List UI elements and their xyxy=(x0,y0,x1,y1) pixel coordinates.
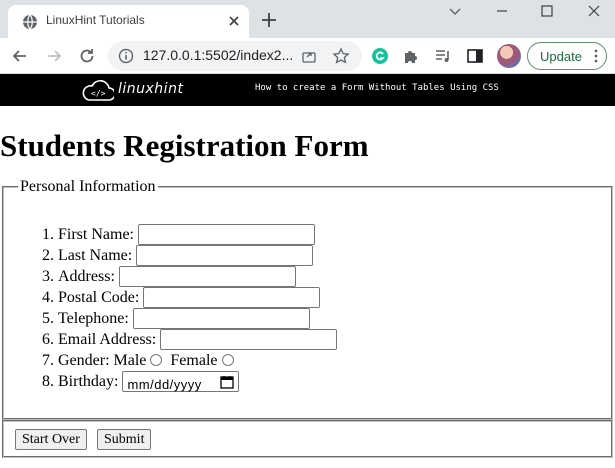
linuxhint-logo[interactable]: </> linuxhint xyxy=(80,76,190,104)
email-input[interactable] xyxy=(160,329,338,350)
tab-title: LinuxHint Tutorials xyxy=(46,13,145,27)
close-icon[interactable] xyxy=(226,13,242,29)
chevron-down-icon[interactable] xyxy=(446,2,464,20)
site-banner: </> linuxhint How to create a Form Witho… xyxy=(0,74,615,106)
globe-icon xyxy=(23,14,37,30)
date-placeholder: mm/dd/yyyy xyxy=(127,377,202,392)
address-label: Address: xyxy=(58,268,115,285)
info-icon[interactable] xyxy=(118,48,134,64)
minimize-icon[interactable] xyxy=(493,2,511,20)
first-name-label: First Name: xyxy=(58,226,134,243)
banner-caption: How to create a Form Without Tables Usin… xyxy=(255,83,499,93)
tab-strip: LinuxHint Tutorials xyxy=(0,0,615,38)
male-label: Male xyxy=(113,352,147,369)
birthday-label: Birthday: xyxy=(58,373,119,390)
update-button[interactable]: Update xyxy=(527,42,607,70)
male-radio[interactable] xyxy=(150,354,163,366)
telephone-label: Telephone: xyxy=(58,310,129,327)
avatar[interactable] xyxy=(497,44,521,68)
puzzle-icon[interactable] xyxy=(401,46,421,66)
address-bar[interactable]: 127.0.0.1:5502/index2... xyxy=(108,41,362,71)
svg-text:</>: </> xyxy=(91,89,106,98)
telephone-input[interactable] xyxy=(132,308,310,329)
forward-icon[interactable] xyxy=(44,46,64,66)
list-item: Email Address: xyxy=(58,329,338,350)
grammarly-icon[interactable] xyxy=(370,46,390,66)
window-close-icon[interactable] xyxy=(585,2,603,20)
sidepanel-icon[interactable] xyxy=(465,46,485,66)
first-name-input[interactable] xyxy=(138,224,315,245)
plus-icon[interactable] xyxy=(259,10,279,30)
url-text[interactable]: 127.0.0.1:5502/index2... xyxy=(143,47,293,63)
browser-tab[interactable]: LinuxHint Tutorials xyxy=(8,5,249,38)
share-icon[interactable] xyxy=(301,48,317,64)
address-input[interactable] xyxy=(118,266,296,287)
gender-label: Gender: xyxy=(58,352,110,369)
logo-text: linuxhint xyxy=(118,81,184,97)
postal-code-label: Postal Code: xyxy=(58,289,140,306)
female-radio[interactable] xyxy=(221,354,234,366)
postal-code-input[interactable] xyxy=(143,287,321,308)
female-label: Female xyxy=(170,352,218,369)
fieldset-legend: Personal Information xyxy=(18,178,158,196)
page-title: Students Registration Form xyxy=(0,128,369,163)
maximize-icon[interactable] xyxy=(538,2,556,20)
start-over-button[interactable]: Start Over xyxy=(15,429,87,450)
email-label: Email Address: xyxy=(58,331,157,348)
more-icon xyxy=(594,49,598,63)
list-item: Last Name: xyxy=(58,245,337,266)
list-item: Birthday: mm/dd/yyyy xyxy=(58,371,337,392)
browser-toolbar: 127.0.0.1:5502/index2... Update xyxy=(0,38,615,74)
list-item: Gender: Male Female xyxy=(58,350,337,371)
field-list: First Name: Last Name: Address: Postal C… xyxy=(4,224,338,392)
last-name-label: Last Name: xyxy=(58,247,133,264)
list-item: Postal Code: xyxy=(58,287,337,308)
media-icon[interactable] xyxy=(433,46,453,66)
calendar-icon[interactable] xyxy=(220,375,235,389)
list-item: First Name: xyxy=(58,224,337,245)
actions-fieldset: Start Over Submit xyxy=(2,420,613,458)
birthday-input[interactable]: mm/dd/yyyy xyxy=(122,371,240,392)
list-item: Telephone: xyxy=(58,308,337,329)
update-label: Update xyxy=(540,49,582,64)
back-icon[interactable] xyxy=(10,46,30,66)
last-name-input[interactable] xyxy=(136,245,314,266)
personal-info-fieldset: Personal Information First Name: Last Na… xyxy=(2,178,613,420)
star-icon[interactable] xyxy=(332,47,350,65)
logo-mark-icon: </> xyxy=(82,80,114,101)
submit-button[interactable]: Submit xyxy=(97,429,152,450)
reload-icon[interactable] xyxy=(77,46,97,66)
list-item: Address: xyxy=(58,266,337,287)
